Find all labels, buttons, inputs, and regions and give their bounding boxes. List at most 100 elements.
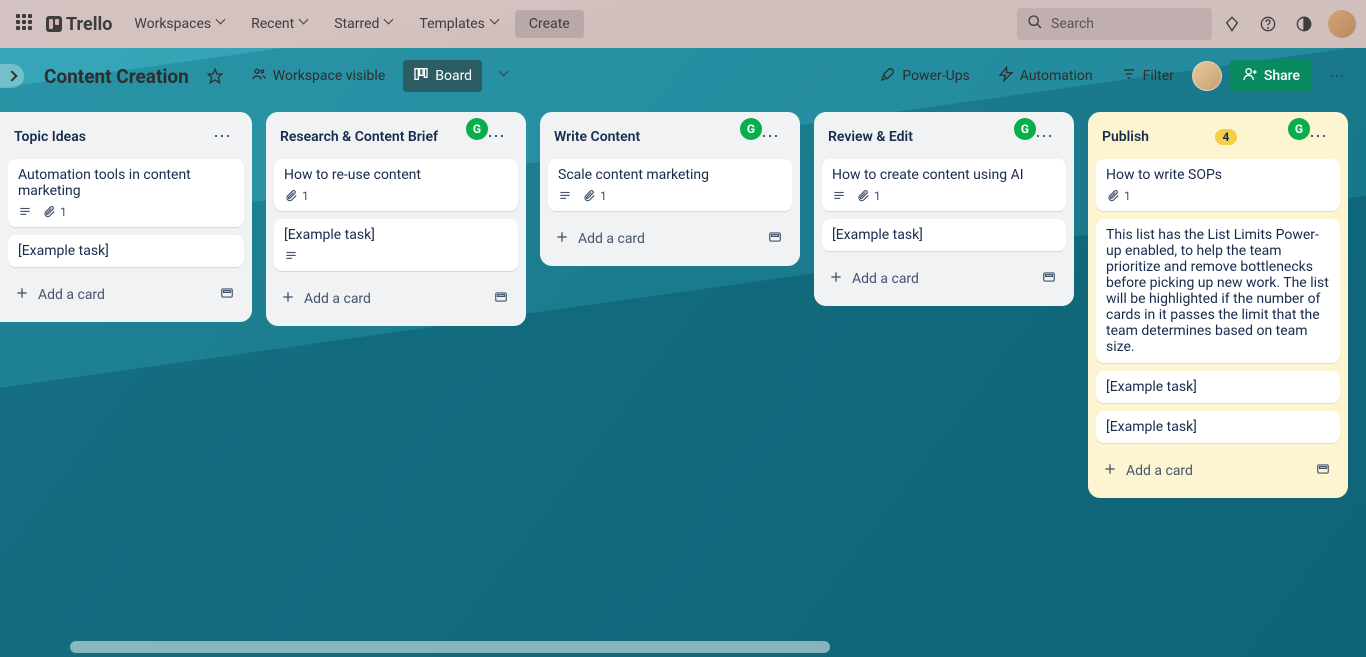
workspaces-menu[interactable]: Workspaces: [124, 10, 237, 38]
grammarly-badge-icon[interactable]: G: [1014, 118, 1036, 140]
list-title[interactable]: Write Content: [554, 129, 640, 145]
list: Research & Content BriefG⋯ How to re-use …: [266, 112, 526, 326]
add-card-button[interactable]: Add a card: [548, 219, 792, 258]
card-template-icon[interactable]: [216, 281, 238, 308]
add-card-label: Add a card: [1126, 463, 1193, 479]
filter-icon: [1121, 66, 1137, 86]
card-template-icon[interactable]: [490, 285, 512, 312]
card-title: Automation tools in content marketing: [18, 167, 234, 199]
add-card-button[interactable]: Add a card: [822, 259, 1066, 298]
board-icon: [413, 66, 429, 86]
grammarly-badge-icon[interactable]: G: [1288, 118, 1310, 140]
theme-icon[interactable]: [1288, 8, 1320, 40]
card-title: How to re-use content: [284, 167, 508, 183]
share-button[interactable]: Share: [1230, 60, 1312, 92]
card-template-icon[interactable]: [764, 225, 786, 252]
starred-menu[interactable]: Starred: [324, 10, 405, 38]
list-title[interactable]: Publish: [1102, 129, 1149, 145]
horizontal-scrollbar[interactable]: [70, 641, 830, 653]
card[interactable]: How to re-use content 1: [274, 159, 518, 211]
add-card-label: Add a card: [852, 271, 919, 287]
apps-switcher-icon[interactable]: [16, 14, 36, 34]
plus-icon: [554, 229, 570, 249]
filter-button[interactable]: Filter: [1111, 60, 1184, 92]
grammarly-badge-icon[interactable]: G: [466, 118, 488, 140]
card[interactable]: How to write SOPs1: [1096, 159, 1340, 211]
board-view-button[interactable]: Board: [403, 60, 482, 92]
card[interactable]: [Example task]: [1096, 371, 1340, 403]
card[interactable]: [Example task]: [8, 235, 244, 267]
description-icon: [832, 189, 846, 203]
list: Publish4G⋯How to write SOPs1This list ha…: [1088, 112, 1348, 498]
attachment-badge: 1: [582, 189, 607, 203]
card[interactable]: How to create content using AI 1: [822, 159, 1066, 211]
list-title[interactable]: Review & Edit: [828, 129, 913, 145]
card[interactable]: This list has the List Limits Power-up e…: [1096, 219, 1340, 363]
bolt-icon: [998, 66, 1014, 86]
card[interactable]: Automation tools in content marketing 1: [8, 159, 244, 227]
card-template-icon[interactable]: [1038, 265, 1060, 292]
board-header: Content Creation Workspace visible Board…: [0, 48, 1366, 104]
card-title: [Example task]: [1106, 419, 1330, 435]
card[interactable]: Scale content marketing1: [548, 159, 792, 211]
attachment-badge: 1: [284, 189, 309, 203]
plus-icon: [280, 289, 296, 309]
card-title: This list has the List Limits Power-up e…: [1106, 227, 1330, 355]
nav-label: Workspaces: [134, 16, 211, 32]
add-card-button[interactable]: Add a card: [1096, 451, 1340, 490]
list-title[interactable]: Research & Content Brief: [280, 129, 438, 145]
search-input[interactable]: [1051, 16, 1229, 32]
chevron-down-icon: [385, 19, 395, 29]
share-label: Share: [1264, 68, 1300, 84]
powerups-label: Power-Ups: [902, 68, 969, 84]
create-button[interactable]: Create: [515, 10, 584, 38]
list-title[interactable]: Topic Ideas: [14, 129, 86, 145]
view-switcher-button[interactable]: [490, 65, 520, 87]
board-view-label: Board: [435, 68, 472, 84]
user-avatar[interactable]: [1328, 10, 1356, 38]
visibility-button[interactable]: Workspace visible: [241, 60, 395, 92]
help-icon[interactable]: [1252, 8, 1284, 40]
powerups-button[interactable]: Power-Ups: [870, 60, 979, 92]
card-badges: 1: [832, 189, 1056, 203]
star-board-button[interactable]: [197, 62, 233, 90]
board-canvas[interactable]: Topic Ideas ⋯ Automation tools in content …: [0, 104, 1366, 657]
card-badges: 1: [558, 189, 782, 203]
add-card-label: Add a card: [38, 287, 105, 303]
board-member-avatar[interactable]: [1192, 61, 1222, 91]
grammarly-badge-icon[interactable]: G: [740, 118, 762, 140]
board-menu-button[interactable]: ⋯: [1320, 62, 1354, 90]
attachment-count: 1: [302, 189, 309, 203]
trello-logo[interactable]: Trello: [46, 14, 112, 35]
notifications-icon[interactable]: [1216, 8, 1248, 40]
plus-icon: [828, 269, 844, 289]
search-box[interactable]: [1017, 8, 1212, 40]
card-template-icon[interactable]: [1312, 457, 1334, 484]
card[interactable]: [Example task]: [274, 219, 518, 271]
plus-icon: [1102, 461, 1118, 481]
add-card-button[interactable]: Add a card: [274, 279, 518, 318]
list-limit-badge: 4: [1215, 129, 1238, 145]
list-header: Research & Content BriefG⋯: [274, 122, 518, 151]
card-title: How to create content using AI: [832, 167, 1056, 183]
attachment-badge: 1: [856, 189, 881, 203]
add-card-button[interactable]: Add a card: [8, 275, 244, 314]
recent-menu[interactable]: Recent: [241, 10, 320, 38]
card-title: [Example task]: [18, 243, 234, 259]
board-title[interactable]: Content Creation: [44, 65, 189, 88]
nav-label: Starred: [334, 16, 379, 32]
attachment-count: 1: [600, 189, 607, 203]
card-title: [Example task]: [832, 227, 1056, 243]
card[interactable]: [Example task]: [822, 219, 1066, 251]
trello-logo-icon: [46, 16, 62, 32]
description-icon: [284, 249, 298, 263]
chevron-down-icon: [300, 19, 310, 29]
card[interactable]: [Example task]: [1096, 411, 1340, 443]
rocket-icon: [880, 66, 896, 86]
search-icon: [1027, 14, 1043, 34]
list-menu-button[interactable]: ⋯: [207, 124, 238, 149]
templates-menu[interactable]: Templates: [409, 10, 511, 38]
attachment-badge: 1: [42, 205, 67, 219]
automation-button[interactable]: Automation: [988, 60, 1103, 92]
expand-sidebar-button[interactable]: [0, 64, 24, 88]
